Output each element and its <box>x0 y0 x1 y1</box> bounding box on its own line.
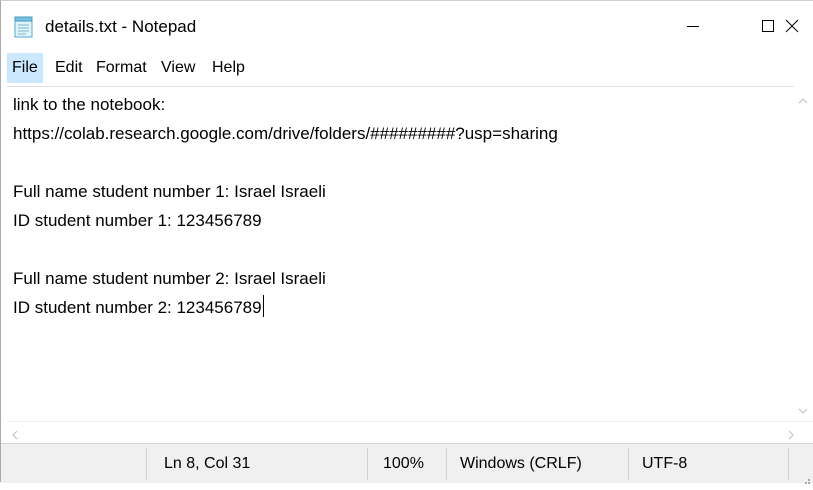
editor-line-with-caret: ID student number 2: 123456789 <box>13 293 558 322</box>
status-separator <box>788 448 789 480</box>
menu-edit[interactable]: Edit <box>50 53 88 83</box>
editor-line: ID student number 1: 123456789 <box>13 211 262 230</box>
notepad-icon[interactable] <box>13 16 35 38</box>
status-zoom: 100% <box>383 455 424 472</box>
status-line-endings: Windows (CRLF) <box>460 455 582 472</box>
menu-bar: File Edit Format View Help <box>1 53 813 83</box>
menu-file[interactable]: File <box>7 53 43 83</box>
minimize-icon <box>686 19 700 33</box>
editor-line: Full name student number 2: Israel Israe… <box>13 269 326 288</box>
resize-grip-icon[interactable] <box>801 472 811 490</box>
editor-line: https://colab.research.google.com/drive/… <box>13 124 558 143</box>
menu-view[interactable]: View <box>156 53 200 83</box>
vertical-scrollbar[interactable] <box>794 86 813 421</box>
status-separator <box>628 448 629 480</box>
title-bar[interactable]: details.txt - Notepad <box>1 1 813 51</box>
window-title: details.txt - Notepad <box>45 17 197 36</box>
editor-line: Full name student number 1: Israel Israe… <box>13 182 326 201</box>
status-separator <box>146 448 147 480</box>
scroll-up-icon[interactable] <box>798 92 808 110</box>
text-caret <box>262 295 264 317</box>
close-icon <box>785 19 799 33</box>
editor-line-text: ID student number 2: 123456789 <box>13 298 262 317</box>
editor-line: link to the notebook: <box>13 95 166 114</box>
horizontal-scrollbar[interactable] <box>7 421 813 441</box>
scroll-down-icon[interactable] <box>798 402 808 420</box>
status-separator <box>446 448 447 480</box>
editor-content[interactable]: link to the notebook: https://colab.rese… <box>13 90 558 322</box>
menu-format[interactable]: Format <box>91 53 152 83</box>
minimize-button[interactable] <box>653 1 733 51</box>
close-button[interactable] <box>771 1 813 51</box>
status-cursor-position: Ln 8, Col 31 <box>164 455 251 472</box>
text-editor[interactable]: link to the notebook: https://colab.rese… <box>7 86 794 421</box>
status-separator <box>367 448 368 480</box>
menu-help[interactable]: Help <box>207 53 250 83</box>
notepad-window: details.txt - Notepad File Edit Format V… <box>0 0 813 484</box>
status-bar: Ln 8, Col 31 100% Windows (CRLF) UTF-8 <box>1 443 813 484</box>
status-encoding: UTF-8 <box>642 455 688 472</box>
